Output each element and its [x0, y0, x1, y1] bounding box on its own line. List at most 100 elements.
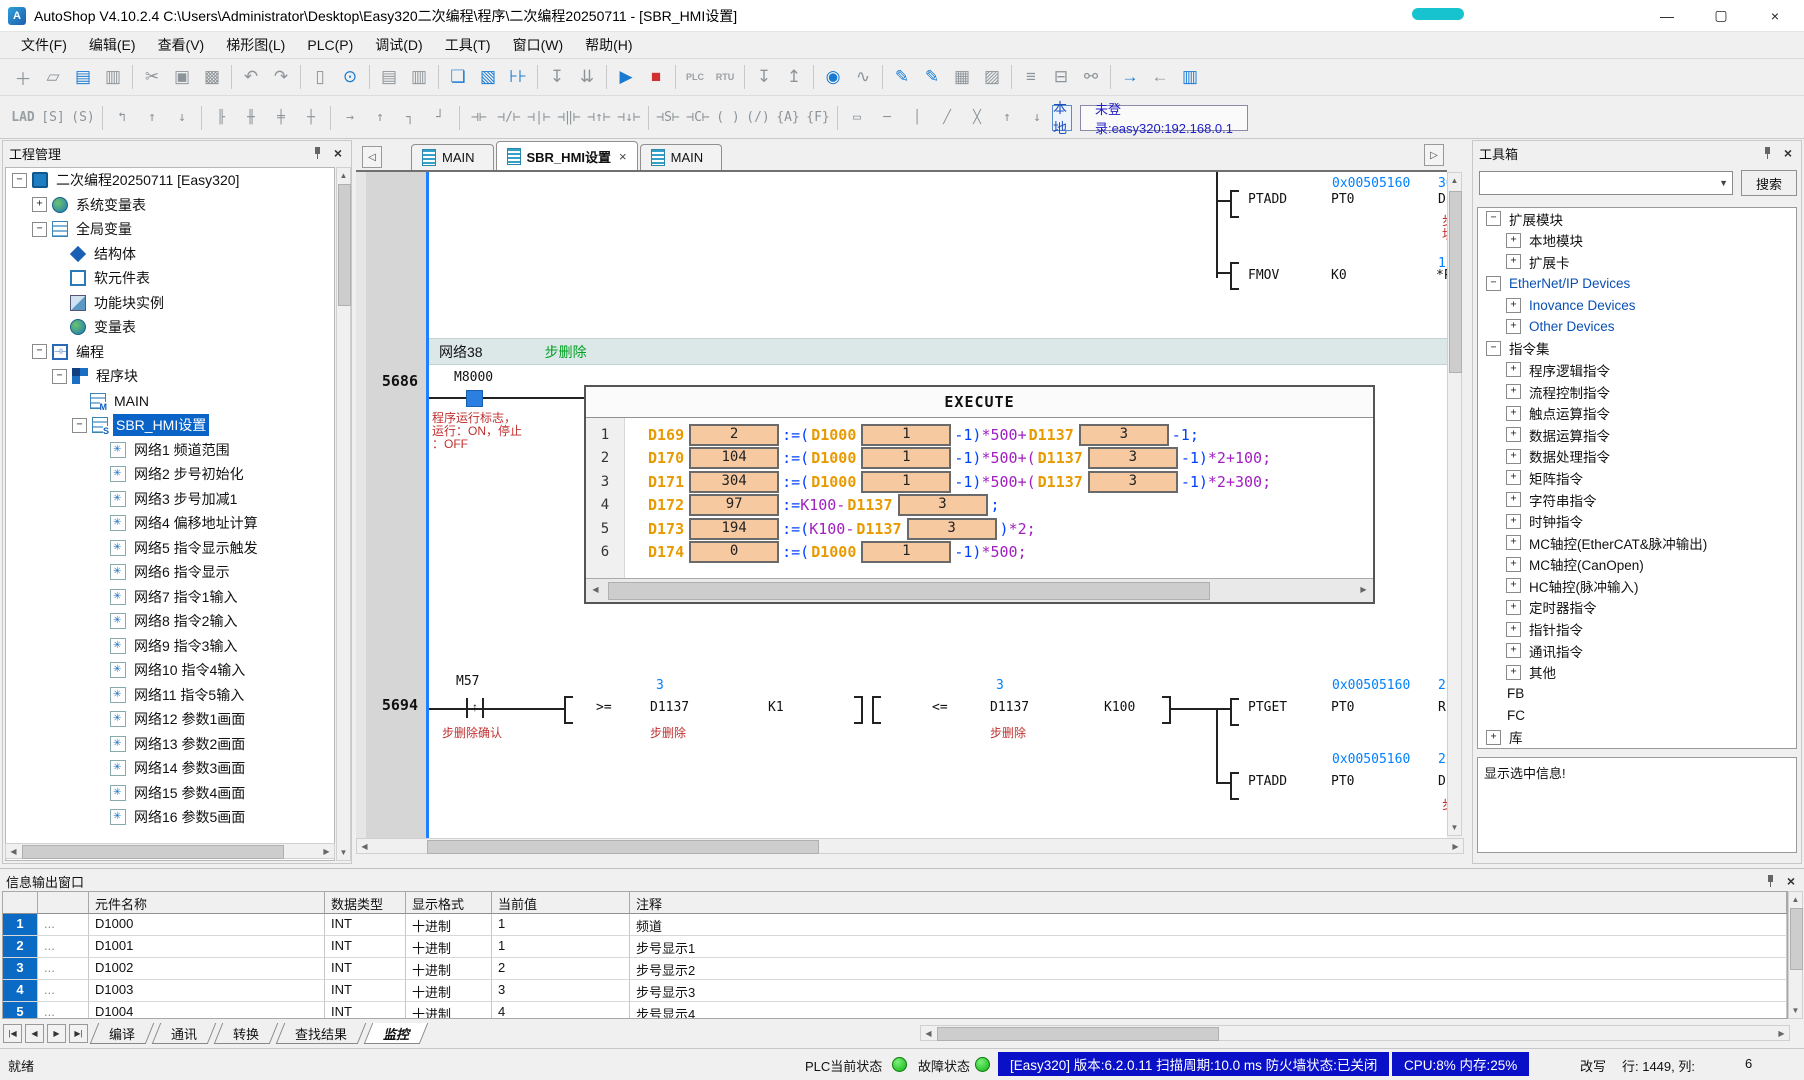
execute-line[interactable]: 1 D1692:=(D10001-1)*500+D11373-1;	[586, 423, 1373, 447]
expand-icon[interactable]	[92, 615, 105, 628]
compare-op-ge[interactable]: >=	[596, 700, 612, 715]
ladder-tool-icon[interactable]: (S)	[68, 104, 98, 131]
project-tree-hscrollbar[interactable]: ◀▶	[5, 843, 335, 859]
toolbox-tree-item[interactable]: + 矩阵指令	[1478, 467, 1796, 489]
expand-icon[interactable]	[1486, 687, 1499, 700]
expand-icon[interactable]: −	[1486, 276, 1501, 291]
toolbox-item-label[interactable]: 扩展模块	[1506, 208, 1566, 230]
tree-item[interactable]: − 程序块	[6, 364, 334, 389]
expand-icon[interactable]: −	[1486, 211, 1501, 226]
toolbar-icon[interactable]: ↧	[542, 64, 572, 91]
expand-icon[interactable]: −	[32, 344, 47, 359]
table-row[interactable]: 4 ... D1003 INT 十进制 3 步号显示3	[3, 980, 1787, 1002]
cell-comment[interactable]: 步号显示1	[630, 936, 1787, 958]
toolbox-item-label[interactable]: 矩阵指令	[1526, 467, 1586, 489]
ladder-tool-icon[interactable]: →	[335, 104, 365, 131]
toolbar-icon[interactable]: ❏	[443, 64, 473, 91]
toolbox-item-label[interactable]: Inovance Devices	[1526, 297, 1639, 314]
expand-icon[interactable]: +	[1506, 665, 1521, 680]
toolbar-icon[interactable]	[606, 65, 607, 89]
toolbar-icon[interactable]	[438, 65, 439, 89]
expand-icon[interactable]: +	[1506, 233, 1521, 248]
tree-item-label[interactable]: 全局变量	[73, 218, 135, 240]
table-row[interactable]: 5 ... D1004 INT 十进制 4 步号显示4	[3, 1002, 1787, 1019]
toolbar-icon[interactable]: ✎	[917, 64, 947, 91]
toolbar-icon[interactable]: ↥	[779, 64, 809, 91]
toolbox-tree-item[interactable]: + 数据处理指令	[1478, 446, 1796, 468]
cell-comment[interactable]: 频道	[630, 914, 1787, 936]
ladder-tool-icon[interactable]: ⊣|⊢	[524, 104, 554, 131]
tree-item-label[interactable]: 网络10 指令4输入	[131, 659, 248, 681]
expand-icon[interactable]	[92, 443, 105, 456]
chevron-down-icon[interactable]: ▼	[1719, 178, 1728, 188]
toolbox-item-label[interactable]: 数据处理指令	[1526, 445, 1613, 467]
tree-item-label[interactable]: 网络2 步号初始化	[131, 463, 247, 485]
toolbar-icon[interactable]: ∿	[848, 64, 878, 91]
menu-item[interactable]: 文件(F)	[10, 32, 78, 58]
tree-item[interactable]: 网络10 指令4输入	[6, 658, 334, 683]
ladder-tool-icon[interactable]	[102, 106, 103, 130]
toolbox-item-label[interactable]: 其他	[1526, 661, 1559, 683]
expand-icon[interactable]: −	[52, 369, 67, 384]
toolbar-icon[interactable]: ▱	[38, 64, 68, 91]
pin-icon[interactable]	[1764, 874, 1776, 888]
ladder-tool-icon[interactable]: LAD	[8, 104, 38, 131]
toolbar-icon[interactable]: ⚯	[1076, 64, 1106, 91]
cell-device-name[interactable]: D1001	[89, 936, 325, 958]
cell-device-name[interactable]: D1003	[89, 980, 325, 1002]
instr-ptadd[interactable]: PTADD	[1248, 192, 1287, 207]
tree-item-label[interactable]: 网络3 步号加减1	[131, 488, 240, 510]
operand-d1[interactable]: D1	[1438, 192, 1447, 207]
toolbar-icon[interactable]	[1011, 65, 1012, 89]
expand-icon[interactable]	[1486, 709, 1499, 722]
toolbox-search-button[interactable]: 搜索	[1741, 170, 1797, 196]
ladder-tool-icon[interactable]: ⊣C⊢	[683, 104, 713, 131]
output-tab[interactable]: 转换	[214, 1023, 279, 1044]
tree-item-label[interactable]: 二次编程20250711 [Easy320]	[53, 169, 242, 191]
execute-block[interactable]: EXECUTE 1 D1692:=(D10001-1)*500+D11373-1…	[584, 385, 1375, 604]
toolbar-icon[interactable]: ←	[1145, 64, 1175, 91]
toolbar-icon[interactable]: ▦	[947, 64, 977, 91]
execute-hscrollbar[interactable]: ◀▶	[586, 578, 1373, 602]
tab-scroll-right-icon[interactable]: ▷	[1424, 144, 1444, 166]
operand-d1[interactable]: D1	[1438, 774, 1447, 789]
tree-item[interactable]: − 二次编程20250711 [Easy320]	[6, 168, 334, 193]
toolbox-item-label[interactable]: Other Devices	[1526, 318, 1618, 335]
toolbar-icon[interactable]: ⊟	[1046, 64, 1076, 91]
row-dots[interactable]: ...	[38, 980, 89, 1002]
toolbox-item-label[interactable]: 定时器指令	[1526, 596, 1600, 618]
operand-pstar[interactable]: *P	[1436, 268, 1447, 283]
expand-icon[interactable]: +	[1506, 449, 1521, 464]
expand-icon[interactable]: +	[1506, 622, 1521, 637]
ladder-tool-icon[interactable]: (/)	[743, 104, 773, 131]
toolbar-icon[interactable]: ▥	[98, 64, 128, 91]
toolbox-tree-item[interactable]: + 程序逻辑指令	[1478, 359, 1796, 381]
ladder-tool-icon[interactable]: [S]	[38, 104, 68, 131]
tree-item-label[interactable]: 结构体	[91, 243, 139, 265]
tree-item-label[interactable]: 网络11 指令5输入	[131, 684, 247, 706]
tree-item-label[interactable]: 网络1 频道范围	[131, 439, 233, 461]
tree-item-label[interactable]: 编程	[73, 341, 107, 363]
tree-item[interactable]: 网络13 参数2画面	[6, 732, 334, 757]
operand-pt0[interactable]: PT0	[1331, 700, 1354, 715]
toolbox-item-label[interactable]: MC轴控(CanOpen)	[1526, 553, 1647, 575]
tree-item[interactable]: 网络9 指令3输入	[6, 634, 334, 659]
toolbox-item-label[interactable]: 指针指令	[1526, 618, 1586, 640]
ladder-tool-icon[interactable]	[330, 106, 331, 130]
toolbar-icon[interactable]	[132, 65, 133, 89]
tree-item-label[interactable]: 网络5 指令显示触发	[131, 537, 261, 559]
expand-icon[interactable]: +	[1506, 600, 1521, 615]
toolbox-tree-item[interactable]: + 定时器指令	[1478, 597, 1796, 619]
contact-on-indicator[interactable]	[466, 390, 483, 407]
ladder-tool-icon[interactable]: ↑	[365, 104, 395, 131]
table-vscrollbar[interactable]: ▲▼	[1788, 891, 1803, 1019]
operand-k1[interactable]: K1	[768, 700, 784, 715]
row-dots[interactable]: ...	[38, 936, 89, 958]
ladder-tool-icon[interactable]: ╪	[266, 104, 296, 131]
instr-ptadd[interactable]: PTADD	[1248, 774, 1287, 789]
execute-line[interactable]: 2 D170104:=(D10001-1)*500+(D11373-1)*2+1…	[586, 447, 1373, 471]
operand-d1137[interactable]: D1137	[990, 700, 1029, 715]
row-dots[interactable]: ...	[38, 914, 89, 936]
toolbar-icon[interactable]: ⊙	[335, 64, 365, 91]
menu-item[interactable]: 工具(T)	[434, 32, 502, 58]
